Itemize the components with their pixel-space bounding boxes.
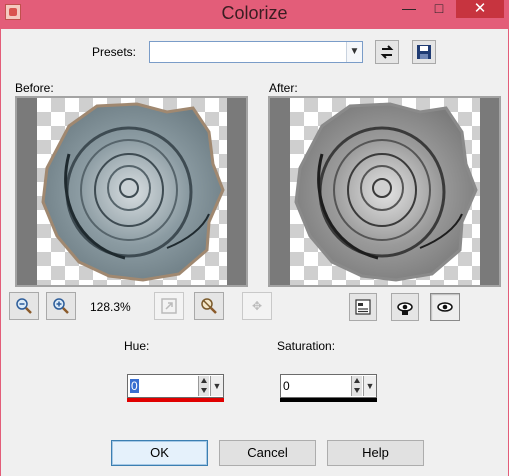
cancel-button[interactable]: Cancel [219,440,316,466]
zoom-to-fit-button[interactable] [154,292,184,320]
save-preset-button[interactable] [412,40,436,64]
after-label: After: [269,81,298,95]
zoom-out-button[interactable] [9,292,39,320]
preview-on-image-icon [437,302,453,312]
hue-slider-bar[interactable] [127,398,224,402]
reset-defaults-icon [380,45,394,59]
ok-button[interactable]: OK [111,440,208,466]
chevron-down-icon[interactable]: ▼ [210,376,223,396]
preview-on-image-button[interactable] [430,293,460,321]
before-rose-image [41,102,225,282]
zoom-out-icon [16,298,32,314]
minimize-button[interactable]: — [398,0,420,18]
hue-label: Hue: [124,339,150,353]
maximize-button[interactable]: □ [428,0,450,18]
title-bar[interactable]: Colorize — □ ✕ [0,0,509,29]
zoom-in-icon [53,298,69,314]
zoom-in-button[interactable] [46,292,76,320]
saturation-input[interactable]: 0 ▼ [280,374,377,398]
auto-proof-button[interactable] [391,293,419,321]
auto-proof-icon [397,302,413,315]
reset-defaults-button[interactable] [375,40,399,64]
presets-dropdown[interactable]: ▼ [149,41,363,63]
after-preview[interactable] [268,96,501,287]
saturation-value[interactable]: 0 [283,379,290,393]
navigate-button[interactable] [349,293,377,321]
presets-label: Presets: [92,45,137,59]
zoom-to-fit-icon [161,298,177,314]
save-preset-icon [417,45,431,59]
proof-button[interactable] [194,292,224,320]
chevron-down-icon[interactable]: ▼ [346,42,362,62]
hue-value[interactable]: 0 [130,379,139,393]
before-label: Before: [15,81,54,95]
proof-icon [201,298,217,314]
zoom-level: 128.3% [90,300,131,314]
before-preview[interactable] [15,96,248,287]
close-button[interactable]: ✕ [456,0,504,18]
after-rose-image [294,102,478,282]
help-button[interactable]: Help [327,440,424,466]
hue-input[interactable]: 0 ▼ [127,374,224,398]
saturation-slider-bar[interactable] [280,398,377,402]
chevron-down-icon[interactable]: ▼ [363,376,376,396]
pan-button[interactable]: ✥ [242,292,272,320]
hue-spin-arrows[interactable] [198,376,209,396]
saturation-label: Saturation: [277,339,336,353]
pan-icon: ✥ [251,299,263,313]
saturation-spin-arrows[interactable] [351,376,362,396]
colorize-dialog: Colorize — □ ✕ Presets: ▼ Before: After: [0,0,509,476]
dialog-body: Presets: ▼ Before: After: 128.3% ✥ Hue: … [1,29,508,476]
navigate-icon [355,299,371,315]
